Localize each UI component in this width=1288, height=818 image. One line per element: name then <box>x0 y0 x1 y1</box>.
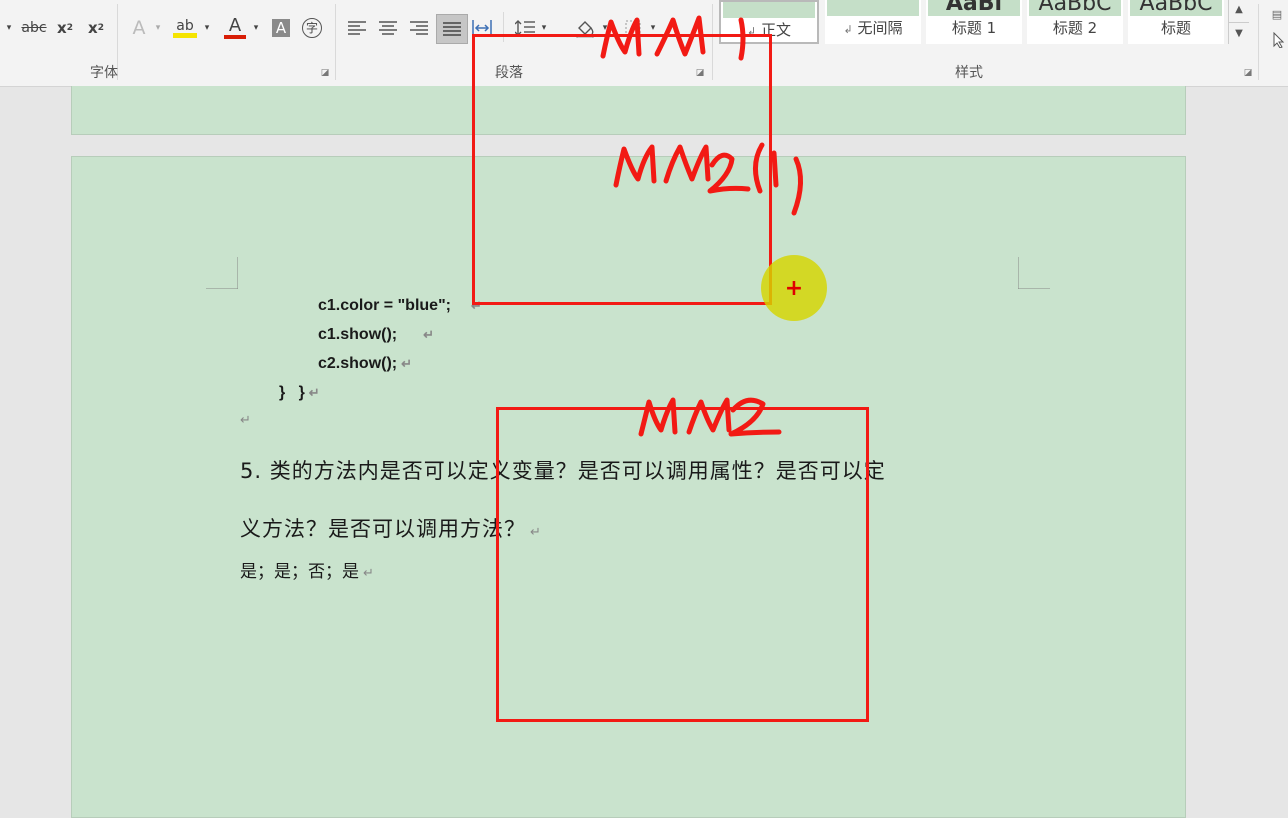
divider <box>1258 4 1259 80</box>
margin-corner-right <box>1018 257 1050 289</box>
editing-icon[interactable]: ▤ <box>1266 0 1288 28</box>
strikethrough-label: abc <box>21 20 47 36</box>
empty-paragraph-mark: ↵ <box>240 413 251 428</box>
superscript-label: x <box>88 19 98 37</box>
styles-dialog-launcher-icon[interactable]: ◪ <box>1243 68 1253 78</box>
handwriting-m2 <box>638 397 782 437</box>
font-color-dropdown-icon[interactable]: ▾ <box>251 14 261 42</box>
styles-gallery: ↲ 正文 ↲ 无间隔 AaBl 标题 1 AaBbC 标题 2 AaBbC 标题 <box>719 0 1229 44</box>
highlight-label: ab <box>176 17 194 34</box>
font-group-label: 字体 <box>90 65 118 81</box>
divider <box>335 4 336 80</box>
font-color-bar <box>224 35 246 39</box>
code-line-3: c2.show(); ↵ <box>318 355 413 372</box>
font-color-button[interactable]: A <box>221 14 249 42</box>
font-size-dropdown-arrow-icon[interactable]: ▾ <box>2 14 16 42</box>
style-no-spacing[interactable]: ↲ 无间隔 <box>825 0 921 44</box>
style-preview <box>827 0 919 16</box>
text-effect-button[interactable]: A <box>126 14 152 42</box>
handwriting-m1 <box>600 15 746 61</box>
scroll-up-icon[interactable]: ▲ <box>1229 0 1249 22</box>
style-heading-2[interactable]: AaBbC 标题 2 <box>1027 0 1123 44</box>
char-shading-label: A <box>272 19 290 37</box>
style-heading-1-name: 标题 1 <box>951 19 997 37</box>
style-title[interactable]: AaBbC 标题 <box>1128 0 1224 44</box>
annotation-box-m2 <box>496 407 869 722</box>
align-left-icon[interactable] <box>344 14 370 42</box>
styles-gallery-scroll[interactable]: ▲ ▼ <box>1228 0 1249 44</box>
char-shading-button[interactable]: A <box>270 14 292 42</box>
answer-line: 是；是；否；是 ↵ <box>240 562 374 582</box>
style-preview: AaBbC <box>1130 0 1222 16</box>
align-center-icon[interactable] <box>375 14 401 42</box>
highlight-color-bar <box>173 32 197 38</box>
highlight-button[interactable]: ab <box>170 14 200 42</box>
strikethrough-button[interactable]: abc <box>20 14 48 42</box>
justify-icon[interactable] <box>436 14 468 44</box>
text-effect-dropdown-icon[interactable]: ▾ <box>153 14 163 42</box>
subscript-label: x <box>57 19 67 37</box>
style-heading-2-name: 标题 2 <box>1052 19 1098 37</box>
style-preview: AaBl <box>928 0 1020 16</box>
style-title-name: 标题 <box>1160 19 1191 37</box>
cursor-highlight: + <box>761 255 827 321</box>
styles-group-label: 样式 <box>955 65 983 81</box>
enclose-char-button[interactable]: 字 <box>300 14 324 42</box>
style-preview: AaBbC <box>1029 0 1121 16</box>
font-dialog-launcher-icon[interactable]: ◪ <box>320 68 330 78</box>
enclose-char-label: 字 <box>302 18 322 38</box>
select-pointer-icon[interactable] <box>1270 26 1288 54</box>
code-line-2: c1.show(); ↵ <box>318 326 435 343</box>
crosshair-icon: + <box>784 275 804 301</box>
handwriting-m2-1 <box>613 142 803 216</box>
subscript-button[interactable]: x2 <box>53 14 77 42</box>
code-line-1: c1.color = "blue"; ↵ <box>318 297 482 314</box>
style-no-spacing-name: ↲ 无间隔 <box>843 19 903 37</box>
style-heading-1[interactable]: AaBl 标题 1 <box>926 0 1022 44</box>
margin-corner-left <box>206 257 238 289</box>
superscript-button[interactable]: x2 <box>84 14 108 42</box>
highlight-dropdown-icon[interactable]: ▾ <box>202 14 212 42</box>
align-right-icon[interactable] <box>406 14 432 42</box>
gallery-more-icon[interactable]: ▼ <box>1229 22 1249 45</box>
font-color-label: A <box>228 15 242 36</box>
text-effect-label: A <box>132 17 146 39</box>
code-line-4: } } ↵ <box>279 384 320 401</box>
